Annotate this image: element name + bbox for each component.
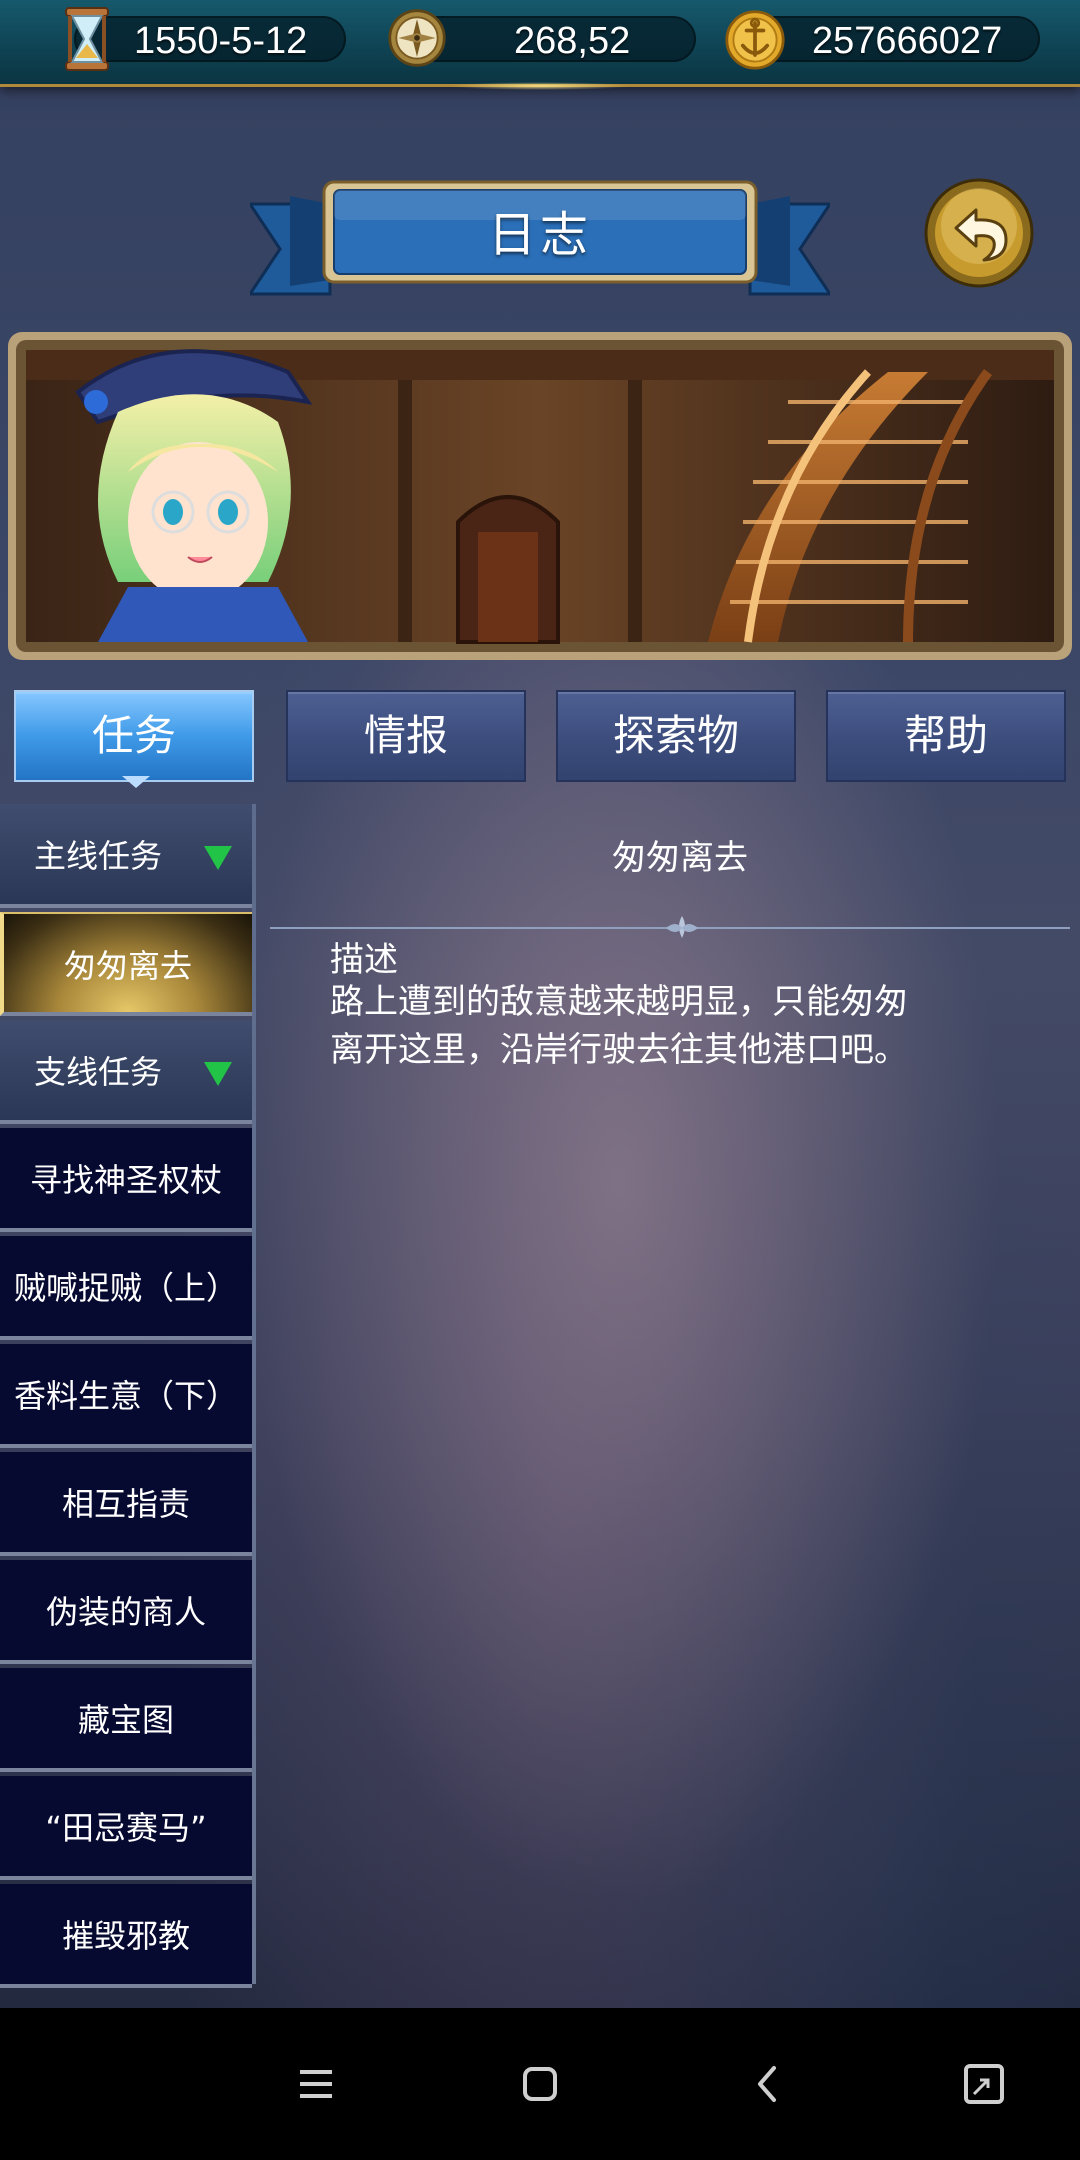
tab-intel[interactable]: 情报 — [286, 690, 526, 782]
back-icon[interactable] — [732, 2048, 804, 2120]
home-icon[interactable] — [504, 2048, 576, 2120]
date-value: 1550-5-12 — [134, 20, 308, 62]
menu-icon[interactable] — [280, 2048, 352, 2120]
tab-tasks[interactable]: 任务 — [14, 690, 254, 782]
active-tab-indicator — [122, 776, 150, 788]
back-arrow-icon[interactable] — [924, 178, 1034, 288]
description-line: 路上遭到的敌意越来越明显，只能匆匆 — [330, 982, 908, 1022]
compass-icon — [388, 9, 446, 67]
expand-triangle-icon — [204, 846, 232, 870]
tab-help[interactable]: 帮助 — [826, 690, 1066, 782]
main-quest-header[interactable]: 主线任务 — [0, 804, 252, 908]
list-item[interactable]: 伪装的商人 — [0, 1560, 252, 1664]
list-item[interactable]: 寻找神圣权杖 — [0, 1128, 252, 1232]
main-quest-header-label: 主线任务 — [34, 837, 163, 875]
description-line: 离开这里，沿岸行驶去往其他港口吧。 — [330, 1030, 908, 1070]
system-nav-bar — [0, 2008, 1080, 2160]
coordinate-value: 268,52 — [514, 20, 631, 62]
quest-title: 匆匆离去 — [612, 838, 748, 878]
journal-screen: 1550-5-12 268,52 257666027 日志 任务 情报 探索物 … — [0, 0, 1080, 2160]
list-item[interactable]: 藏宝图 — [0, 1668, 252, 1772]
description-label: 描述 — [330, 940, 398, 980]
list-item[interactable]: 香料生意（下） — [0, 1344, 252, 1448]
resource-bar: 1550-5-12 268,52 257666027 — [0, 0, 1080, 90]
description-text: 路上遭到的敌意越来越明显，只能匆匆 离开这里，沿岸行驶去往其他港口吧。 — [330, 978, 1020, 1074]
tab-discoveries[interactable]: 探索物 — [556, 690, 796, 782]
list-item[interactable]: 摧毁邪教 — [0, 1884, 252, 1988]
list-item[interactable]: 相互指责 — [0, 1452, 252, 1556]
bar-glow — [450, 82, 630, 90]
expand-triangle-icon — [204, 1062, 232, 1086]
list-item[interactable]: 匆匆离去 — [0, 912, 252, 1016]
side-quest-header-label: 支线任务 — [34, 1053, 163, 1091]
hourglass-icon — [65, 7, 109, 71]
recent-icon[interactable] — [948, 2048, 1020, 2120]
gold-value: 257666027 — [812, 20, 1003, 62]
anchor-coin-icon — [725, 10, 785, 70]
list-item[interactable]: “田忌赛马” — [0, 1776, 252, 1880]
journal-scene-image — [8, 332, 1072, 660]
side-quest-header[interactable]: 支线任务 — [0, 1020, 252, 1124]
list-divider — [252, 804, 256, 1984]
page-title: 日志 — [487, 207, 592, 263]
quest-list: 主线任务 匆匆离去 支线任务 寻找神圣权杖 贼喊捉贼（上） 香料生意（下） 相互… — [0, 804, 254, 1988]
list-item[interactable]: 贼喊捉贼（上） — [0, 1236, 252, 1340]
